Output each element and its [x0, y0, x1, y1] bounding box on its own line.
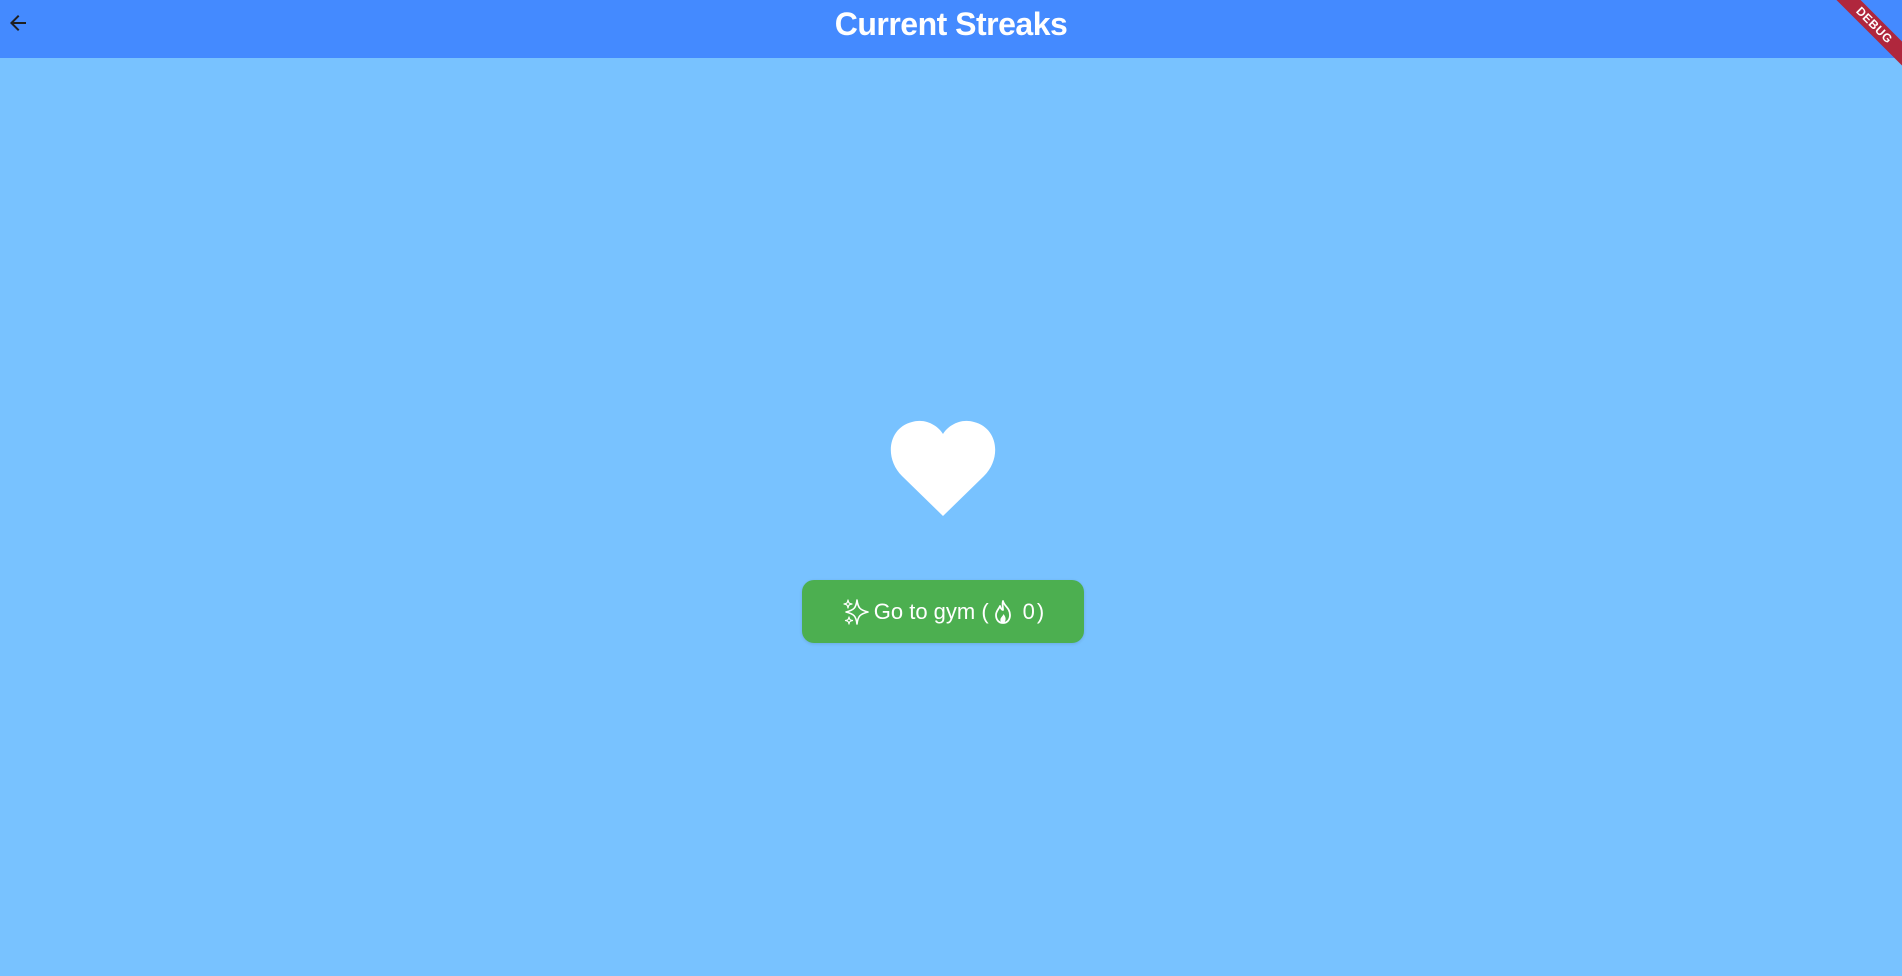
app-root: Current Streaks DEBUG Go to gym ( 0 ) — [0, 0, 1902, 976]
app-bar: Current Streaks — [0, 0, 1902, 58]
button-label-suffix: ) — [1036, 598, 1045, 624]
button-label-prefix: Go to gym ( — [873, 598, 989, 624]
heart-icon — [890, 420, 996, 516]
fire-icon — [991, 599, 1015, 625]
sparkles-icon — [842, 597, 872, 627]
go-to-gym-button[interactable]: Go to gym ( 0 ) — [802, 580, 1084, 643]
streak-count: 0 — [1022, 598, 1035, 624]
page-title: Current Streaks — [834, 6, 1068, 42]
